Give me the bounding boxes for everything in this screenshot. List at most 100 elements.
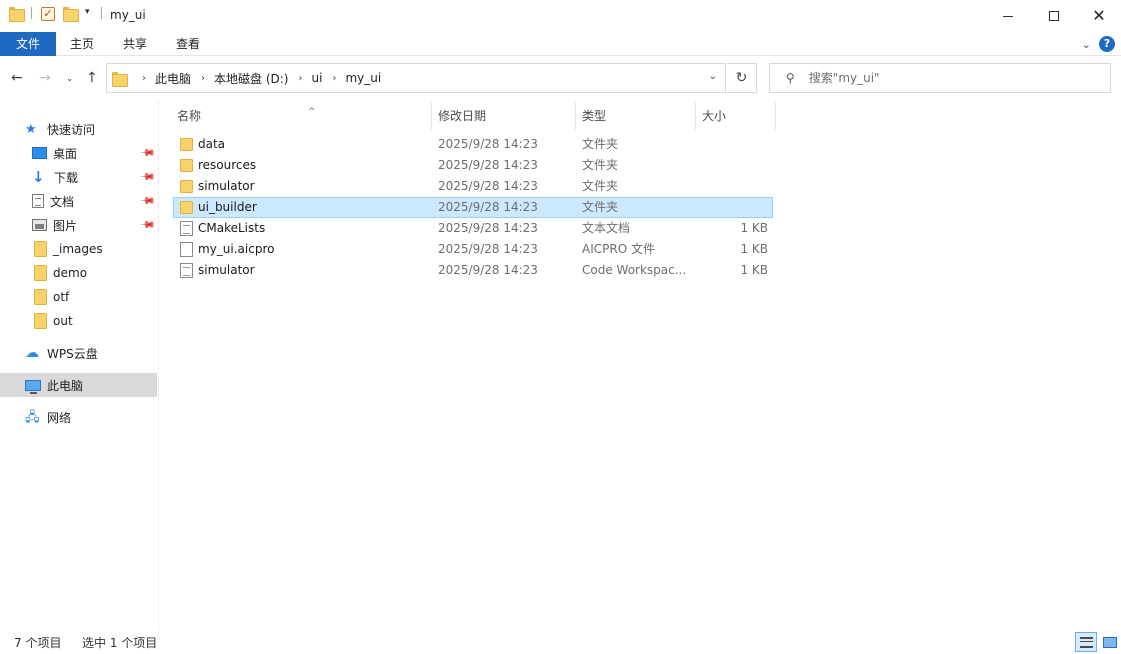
file-row[interactable]: CMakeLists 2025/9/28 14:23 文本文档 1 KB	[173, 218, 773, 239]
breadcrumb-this-pc[interactable]: 此电脑	[155, 70, 191, 87]
file-list: 名称 ^ 修改日期 类型 大小 data 2025/9/28 14:23 文件夹…	[159, 100, 1119, 630]
breadcrumb-separator-icon[interactable]: ›	[142, 73, 146, 84]
file-date: 2025/9/28 14:23	[438, 158, 538, 172]
pin-icon[interactable]: 📌	[138, 217, 155, 234]
file-date: 2025/9/28 14:23	[438, 179, 538, 193]
breadcrumb-my-ui[interactable]: my_ui	[345, 71, 381, 85]
new-folder-icon[interactable]	[63, 7, 79, 22]
sidebar-item-network[interactable]: 🖧 网络	[0, 405, 157, 429]
folder-icon	[112, 71, 128, 87]
close-icon: ✕	[1092, 6, 1106, 25]
folder-icon	[180, 138, 193, 151]
separator	[101, 7, 102, 19]
column-header-size[interactable]: 大小	[695, 102, 775, 130]
sidebar-item-downloads[interactable]: ↓ 下载 📌	[0, 165, 157, 189]
file-size: 1 KB	[740, 242, 768, 256]
column-divider[interactable]	[775, 102, 776, 130]
back-arrow-icon[interactable]: ←	[11, 70, 23, 86]
file-type: 文件夹	[582, 200, 619, 214]
cloud-icon: ☁	[25, 345, 39, 361]
folder-icon	[180, 201, 193, 214]
maximize-icon	[1049, 11, 1059, 21]
file-name: simulator	[198, 263, 255, 277]
file-name: ui_builder	[198, 200, 257, 214]
text-file-icon	[180, 263, 193, 278]
up-arrow-icon[interactable]: ↑	[86, 70, 98, 86]
sidebar-item-desktop[interactable]: 桌面 📌	[0, 141, 157, 165]
maximize-button[interactable]	[1031, 0, 1077, 32]
column-header-label: 名称	[177, 109, 202, 123]
sidebar-item-label: 快速访问	[47, 122, 96, 137]
sidebar-item-out[interactable]: out	[0, 309, 157, 333]
sidebar-item-this-pc[interactable]: 此电脑	[0, 373, 157, 397]
sidebar-item-images[interactable]: _images	[0, 237, 157, 261]
column-header-name[interactable]: 名称 ^	[170, 102, 430, 130]
column-header-date[interactable]: 修改日期	[431, 102, 575, 130]
sidebar-item-label: WPS云盘	[47, 346, 98, 361]
file-date: 2025/9/28 14:23	[438, 200, 538, 214]
file-type: 文件夹	[582, 158, 619, 172]
address-bar[interactable]: › 此电脑 › 本地磁盘 (D:) › ui › my_ui ⌄	[106, 63, 726, 93]
file-row[interactable]: simulator 2025/9/28 14:23 Code Workspac.…	[173, 260, 773, 281]
details-view-icon	[1080, 637, 1093, 648]
column-header-type[interactable]: 类型	[575, 102, 695, 130]
file-type: 文件夹	[582, 137, 619, 151]
sidebar-item-label: 网络	[47, 410, 72, 425]
sort-ascending-icon: ^	[308, 107, 316, 117]
star-icon: ★	[25, 122, 37, 137]
recent-locations-chevron-icon[interactable]: ⌄	[66, 74, 74, 84]
breadcrumb-local-disk[interactable]: 本地磁盘 (D:)	[214, 70, 288, 87]
file-row[interactable]: data 2025/9/28 14:23 文件夹	[173, 134, 773, 155]
sidebar-item-label: 文档	[50, 194, 75, 209]
file-row-selected[interactable]: ui_builder 2025/9/28 14:23 文件夹	[173, 197, 773, 218]
picture-icon	[32, 219, 47, 231]
sidebar-item-documents[interactable]: 文档 📌	[0, 189, 157, 213]
search-icon: ⚲	[786, 71, 795, 85]
sidebar-item-label: 此电脑	[47, 378, 84, 393]
customize-toolbar-dropdown-icon[interactable]: ▾	[85, 7, 90, 17]
large-icons-view-button[interactable]	[1098, 632, 1120, 652]
breadcrumb-separator-icon[interactable]: ›	[298, 73, 302, 84]
sidebar-item-wps-cloud[interactable]: ☁ WPS云盘	[0, 341, 157, 365]
search-input[interactable]	[808, 71, 1089, 85]
file-row[interactable]: resources 2025/9/28 14:23 文件夹	[173, 155, 773, 176]
separator	[31, 7, 32, 19]
tab-file[interactable]: 文件	[0, 32, 56, 56]
forward-arrow-icon[interactable]: →	[39, 70, 51, 86]
folder-icon	[34, 289, 47, 305]
expand-ribbon-chevron-icon[interactable]: ⌄	[1082, 38, 1091, 51]
breadcrumb-ui[interactable]: ui	[311, 71, 322, 85]
search-box[interactable]: ⚲	[769, 63, 1111, 93]
sidebar-item-quick-access[interactable]: ★ 快速访问	[0, 117, 157, 141]
pin-icon[interactable]: 📌	[138, 193, 155, 210]
navigation-pane: ★ 快速访问 桌面 📌 ↓ 下载 📌 文档 📌 图片 📌 _images dem…	[0, 100, 157, 630]
pin-icon[interactable]: 📌	[138, 169, 155, 186]
pin-icon[interactable]: 📌	[138, 145, 155, 162]
folder-icon	[180, 159, 193, 172]
breadcrumb-separator-icon[interactable]: ›	[332, 73, 336, 84]
address-dropdown-chevron-icon[interactable]: ⌄	[709, 71, 717, 82]
folder-icon	[34, 313, 47, 329]
tab-view[interactable]: 查看	[166, 32, 210, 56]
file-row[interactable]: my_ui.aicpro 2025/9/28 14:23 AICPRO 文件 1…	[173, 239, 773, 260]
properties-check-icon[interactable]: ✓	[41, 7, 55, 21]
file-size	[700, 155, 768, 176]
sidebar-item-otf[interactable]: otf	[0, 285, 157, 309]
minimize-button[interactable]	[985, 0, 1031, 32]
navigation-bar: ← → ⌄ ↑ › 此电脑 › 本地磁盘 (D:) › ui › my_ui ⌄…	[0, 57, 1121, 99]
sidebar-item-label: out	[53, 314, 73, 328]
details-view-button[interactable]	[1075, 632, 1097, 652]
sidebar-item-pictures[interactable]: 图片 📌	[0, 213, 157, 237]
breadcrumb-separator-icon[interactable]: ›	[201, 73, 205, 84]
refresh-button[interactable]: ↻	[727, 63, 757, 93]
file-date: 2025/9/28 14:23	[438, 137, 538, 151]
file-row[interactable]: simulator 2025/9/28 14:23 文件夹	[173, 176, 773, 197]
tab-share[interactable]: 共享	[113, 32, 157, 56]
file-date: 2025/9/28 14:23	[438, 242, 538, 256]
sidebar-item-label: 下载	[54, 170, 79, 185]
help-icon[interactable]: ?	[1099, 36, 1115, 52]
sidebar-item-demo[interactable]: demo	[0, 261, 157, 285]
close-button[interactable]: ✕	[1076, 0, 1121, 32]
folder-icon	[34, 241, 47, 257]
tab-home[interactable]: 主页	[60, 32, 104, 56]
